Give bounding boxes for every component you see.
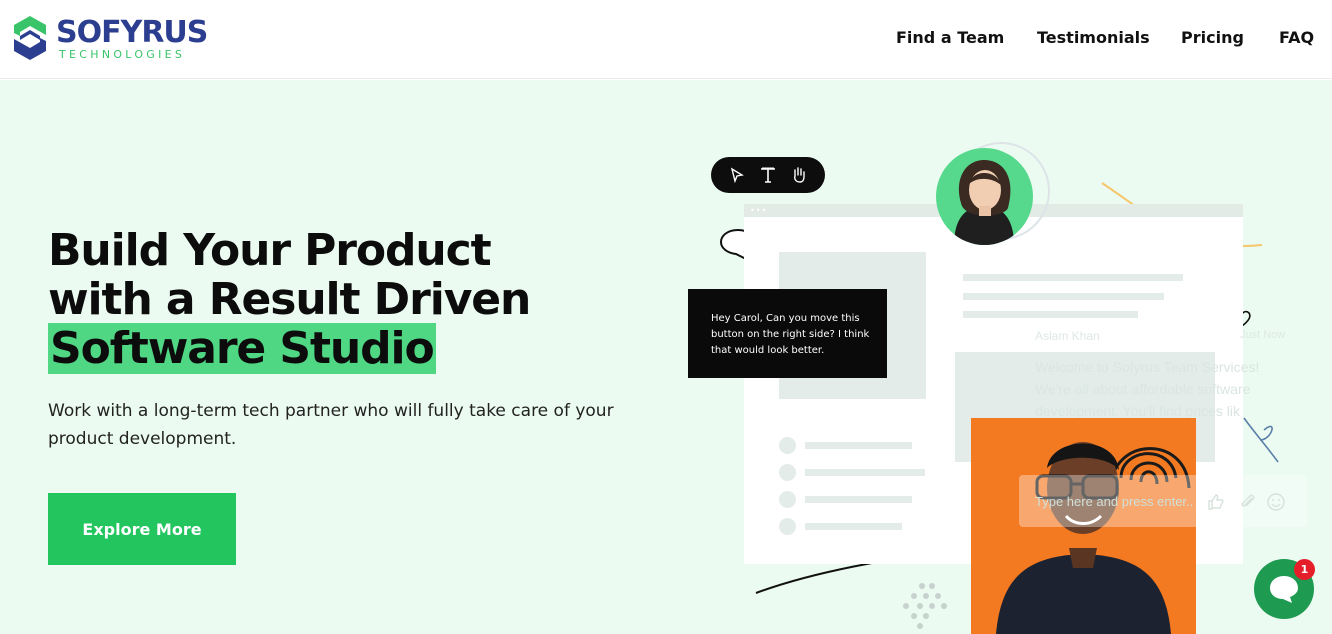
hero-section: Build Your Product with a Result Driven … <box>0 80 1332 634</box>
chat-message-line-1: Welcome to Sofyrus Team Services! <box>1035 359 1260 375</box>
placeholder-line <box>805 442 912 449</box>
placeholder-bullet <box>779 491 796 508</box>
placeholder-bullet <box>779 437 796 454</box>
explore-more-button[interactable]: Explore More <box>48 493 236 565</box>
chat-input-placeholder: Type here and press enter.. <box>1035 494 1194 509</box>
chat-agent-name: Aslam Khan <box>1035 329 1100 343</box>
design-toolbar <box>711 157 825 193</box>
placeholder-line <box>805 496 912 503</box>
text-tool-icon[interactable] <box>757 164 779 186</box>
nav-faq[interactable]: FAQ <box>1279 26 1314 50</box>
chat-message-time: Just Now <box>1240 329 1286 341</box>
avatar-woman <box>936 148 1033 245</box>
unread-count-badge: 1 <box>1294 559 1315 580</box>
nav-pricing[interactable]: Pricing <box>1181 26 1244 50</box>
chat-message-line-3: development. You'll find prices lik <box>1035 403 1241 419</box>
site-header: SOFYRUS TECHNOLOGIES Find a Team Testimo… <box>0 0 1332 79</box>
logo-mark-icon <box>14 16 46 60</box>
nav-find-a-team[interactable]: Find a Team <box>896 26 1004 50</box>
cursor-icon[interactable] <box>726 164 748 186</box>
hero-title-highlight: Software Studio <box>48 323 436 374</box>
placeholder-bullet <box>779 518 796 535</box>
attachment-icon <box>1241 494 1255 507</box>
hero-subtitle: Work with a long-term tech partner who w… <box>48 401 614 449</box>
chat-message-line-2: We're all about affordable software <box>1035 381 1251 397</box>
woman-illustration <box>954 160 1014 245</box>
thumbs-up-icon <box>1208 494 1224 510</box>
hero-title-line-1: Build Your Product <box>48 225 492 276</box>
brand-tagline: TECHNOLOGIES <box>59 48 186 61</box>
nav-testimonials[interactable]: Testimonials <box>1037 26 1150 50</box>
brand-logo[interactable]: SOFYRUS TECHNOLOGIES <box>12 14 208 64</box>
brand-name: SOFYRUS <box>56 15 208 50</box>
feedback-speech-bubble: Hey Carol, Can you move this button on t… <box>688 289 887 378</box>
placeholder-line <box>805 523 902 530</box>
hero-title-line-2: with a Result Driven <box>48 274 531 325</box>
placeholder-bullet <box>779 464 796 481</box>
hero-title: Build Your Product with a Result Driven … <box>48 225 648 374</box>
decorative-squiggle <box>1243 417 1279 463</box>
decorative-dot-cluster <box>903 583 947 629</box>
chat-bubble-icon <box>1270 576 1298 603</box>
placeholder-line <box>963 274 1183 281</box>
emoji-icon <box>1267 493 1285 511</box>
placeholder-line <box>963 293 1164 300</box>
placeholder-line <box>805 469 925 476</box>
placeholder-line <box>963 311 1138 318</box>
hand-icon[interactable] <box>788 164 810 186</box>
